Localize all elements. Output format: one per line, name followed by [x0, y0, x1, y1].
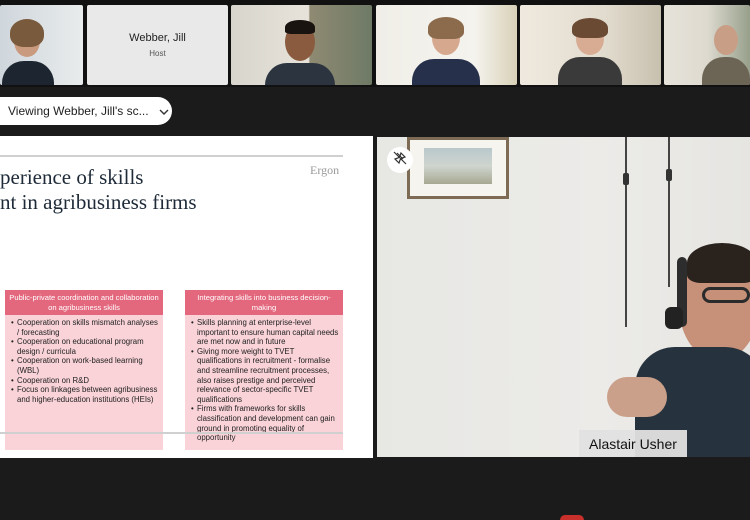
- presentation-slide: Ergon perience of skills nt in agribusin…: [0, 136, 373, 458]
- participant-video: [231, 5, 372, 85]
- slide-title-line: perience of skills: [0, 165, 144, 189]
- speaker-figure: [607, 227, 750, 457]
- host-role: Host: [149, 49, 166, 58]
- slide-title: perience of skills nt in agribusiness fi…: [0, 165, 197, 215]
- bullet-item: Focus on linkages between agribusiness a…: [11, 385, 159, 404]
- participant-tile[interactable]: [520, 5, 661, 85]
- bullet-item: Cooperation on skills mismatch analyses …: [11, 318, 159, 337]
- participant-tile[interactable]: [0, 5, 83, 85]
- box-bullet-list: Cooperation on skills mismatch analyses …: [5, 315, 163, 404]
- meeting-window: Webber, Jill Host Viewing Webber, Jill's…: [0, 0, 750, 520]
- participant-tile[interactable]: [231, 5, 372, 85]
- bullet-item: Cooperation on work-based learning (WBL): [11, 356, 159, 375]
- slide-divider-top: [0, 155, 343, 157]
- box-bullet-list: Skills planning at enterprise-level impo…: [185, 315, 343, 443]
- slide-box-integrating: Integrating skills into business decisio…: [185, 290, 343, 450]
- slide-divider-bottom: [0, 432, 343, 434]
- shared-screen-panel: Viewing Webber, Jill's sc... Ergon perie…: [0, 87, 373, 510]
- participant-tile[interactable]: [376, 5, 517, 85]
- slide-box-coordination: Public-private coordination and collabor…: [5, 290, 163, 450]
- box-heading: Integrating skills into business decisio…: [185, 290, 343, 315]
- viewing-share-label: Viewing Webber, Jill's sc...: [8, 104, 149, 118]
- bullet-item: Firms with frameworks for skills classif…: [191, 404, 339, 442]
- participant-video: [376, 5, 517, 85]
- meeting-controls-bar: [0, 510, 750, 520]
- bullet-item: Cooperation on R&D: [11, 376, 159, 386]
- host-tile[interactable]: Webber, Jill Host: [87, 5, 228, 85]
- speaker-name: Alastair Usher: [589, 435, 677, 452]
- participant-video: [520, 5, 661, 85]
- leave-button[interactable]: [560, 515, 584, 520]
- viewing-share-dropdown[interactable]: Viewing Webber, Jill's sc...: [0, 97, 172, 125]
- slide-title-line: nt in agribusiness firms: [0, 190, 197, 214]
- bullet-item: Giving more weight to TVET qualification…: [191, 347, 339, 405]
- unpin-button[interactable]: [387, 147, 413, 173]
- bullet-item: Skills planning at enterprise-level impo…: [191, 318, 339, 347]
- host-name: Webber, Jill: [129, 32, 186, 44]
- participant-tile[interactable]: [664, 5, 750, 85]
- wall-picture: [407, 137, 509, 199]
- bullet-item: Cooperation on educational program desig…: [11, 337, 159, 356]
- chevron-down-icon: [159, 106, 169, 116]
- gallery-strip: Webber, Jill Host: [0, 0, 750, 87]
- box-heading: Public-private coordination and collabor…: [5, 290, 163, 315]
- unpin-icon: [393, 151, 407, 170]
- slide-brand-logo: Ergon: [310, 163, 340, 177]
- participant-video: [0, 5, 83, 85]
- active-speaker-video[interactable]: Alastair Usher: [377, 137, 750, 457]
- participant-video: [664, 5, 750, 85]
- speaker-name-tag: Alastair Usher: [579, 430, 687, 457]
